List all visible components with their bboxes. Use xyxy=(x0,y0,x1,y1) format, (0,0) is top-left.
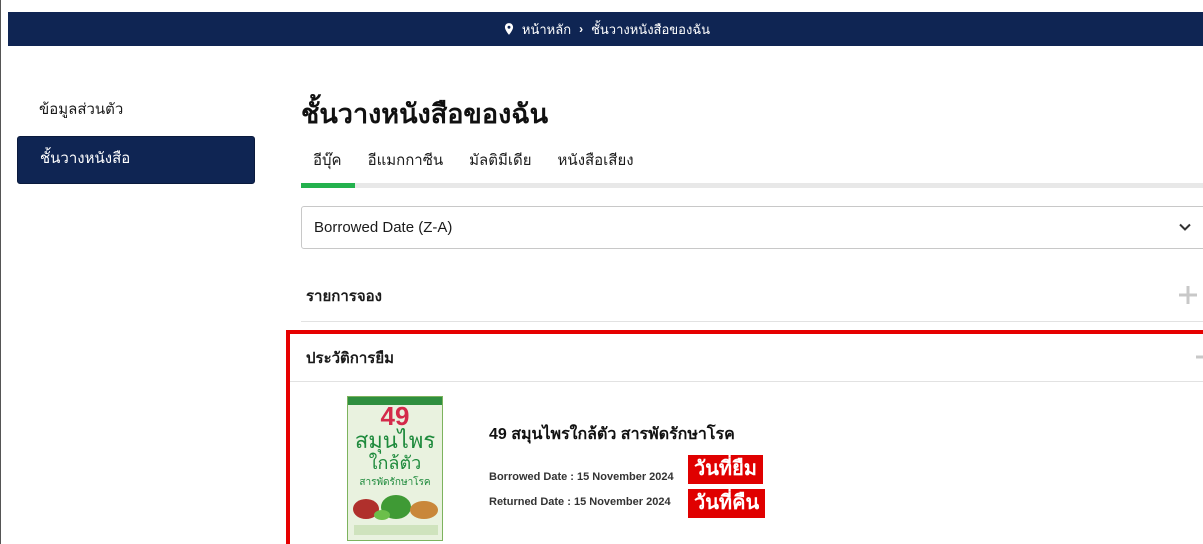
borrowed-date: Borrowed Date : 15 November 2024 xyxy=(489,471,674,483)
cover-title-line1: สมุนไพร xyxy=(354,428,436,453)
chevron-down-icon xyxy=(1179,223,1191,231)
reservation-section-header[interactable]: รายการจอง xyxy=(301,270,1203,322)
cover-number: 49 xyxy=(380,401,410,431)
borrow-history-section-header[interactable]: ประวัติการยืม xyxy=(290,334,1203,382)
borrow-history-highlight: ประวัติการยืม 49 สมุนไพร ใกล้ตัว สารพัดร… xyxy=(286,330,1203,544)
sort-dropdown-value: Borrowed Date (Z-A) xyxy=(314,219,453,236)
breadcrumb-current: ชั้นวางหนังสือของฉัน xyxy=(591,21,711,37)
sidebar: ข้อมูลส่วนตัว ชั้นวางหนังสือ xyxy=(17,88,255,184)
page: หน้าหลัก › ชั้นวางหนังสือของฉัน ข้อมูลส่… xyxy=(0,0,1203,544)
sort-dropdown[interactable]: Borrowed Date (Z-A) xyxy=(301,206,1203,249)
return-date-annotation: วันที่คืน xyxy=(688,489,766,518)
tab-multimedia[interactable]: มัลติมีเดีย xyxy=(456,146,544,183)
minus-icon[interactable] xyxy=(1194,346,1203,368)
borrow-history-section-label: ประวัติการยืม xyxy=(306,349,395,367)
sidebar-item-bookshelf[interactable]: ชั้นวางหนังสือ xyxy=(17,136,255,184)
cover-title-line2: ใกล้ตัว xyxy=(368,453,422,473)
tab-audiobook[interactable]: หนังสือเสียง xyxy=(545,146,647,183)
sidebar-item-profile[interactable]: ข้อมูลส่วนตัว xyxy=(17,88,255,136)
page-title: ชั้นวางหนังสือของฉัน xyxy=(301,99,549,129)
plus-icon[interactable] xyxy=(1177,284,1199,306)
location-pin-icon xyxy=(504,23,513,35)
book-cover[interactable]: 49 สมุนไพร ใกล้ตัว สารพัดรักษาโรค xyxy=(347,396,443,541)
returned-date: Returned Date : 15 November 2024 xyxy=(489,496,671,508)
cover-title-line3: สารพัดรักษาโรค xyxy=(359,477,431,488)
cover-footer xyxy=(354,525,438,535)
chevron-right-icon: › xyxy=(579,22,584,36)
herbs-illustration xyxy=(353,495,438,520)
reservation-section-label: รายการจอง xyxy=(306,287,382,305)
breadcrumb-home-link[interactable]: หน้าหลัก xyxy=(522,19,571,40)
tab-bar: อีบุ๊ค อีแมกกาซีน มัลติมีเดีย หนังสือเสี… xyxy=(301,146,1203,188)
borrow-date-annotation: วันที่ยืม xyxy=(688,455,763,484)
tab-ebook[interactable]: อีบุ๊ค xyxy=(301,146,355,188)
book-title[interactable]: 49 สมุนไพรใกล้ตัว สารพัดรักษาโรค xyxy=(489,422,735,447)
tab-emagazine[interactable]: อีแมกกาซีน xyxy=(355,146,457,183)
breadcrumb: หน้าหลัก › ชั้นวางหนังสือของฉัน xyxy=(8,12,1203,46)
